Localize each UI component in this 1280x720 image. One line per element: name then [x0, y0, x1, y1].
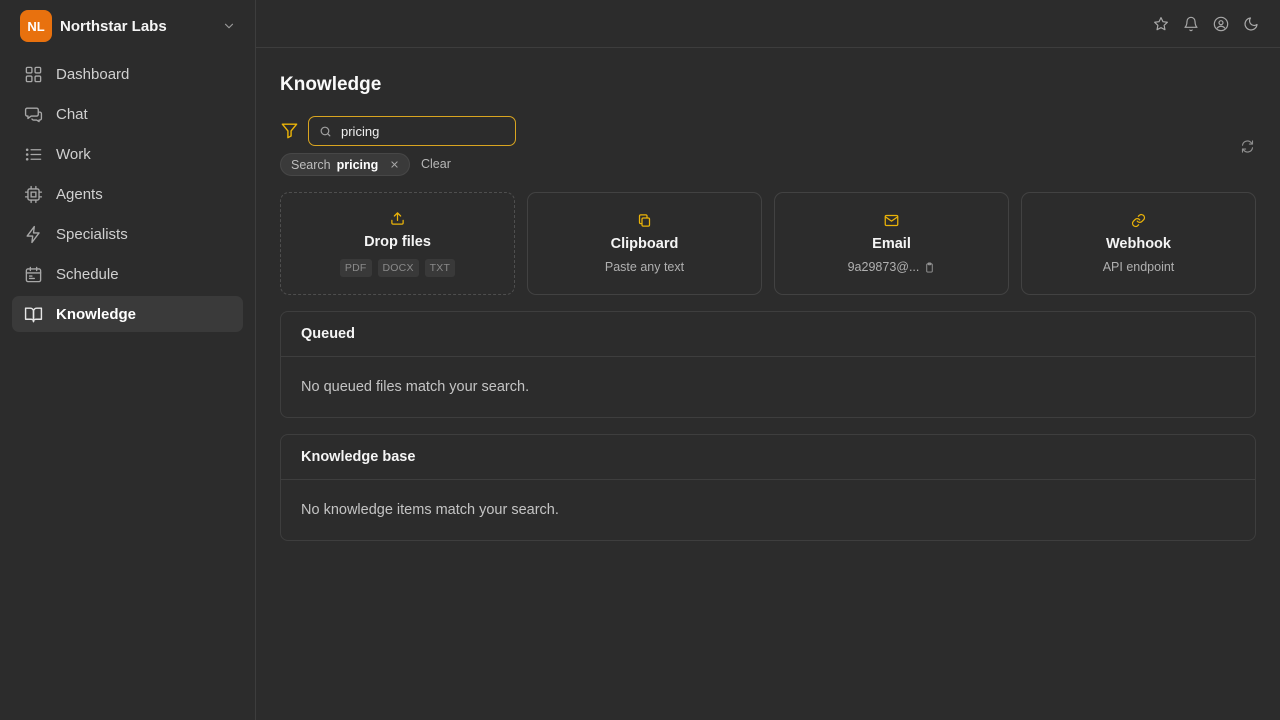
card-title: Clipboard: [610, 236, 679, 252]
sidebar-item-agents[interactable]: Agents: [12, 176, 243, 212]
sidebar-item-work[interactable]: Work: [12, 136, 243, 172]
close-icon[interactable]: [390, 160, 399, 169]
sidebar-nav: Dashboard Chat Work Agents Specialists S…: [12, 56, 243, 336]
drop-files-card[interactable]: Drop files PDF DOCX TXT: [280, 192, 515, 295]
org-avatar: NL: [20, 10, 52, 42]
email-card[interactable]: Email 9a29873@...: [774, 192, 1009, 295]
card-subtitle: Paste any text: [604, 260, 685, 274]
queued-section: Queued No queued files match your search…: [280, 311, 1256, 418]
chevron-down-icon: [222, 19, 236, 33]
chat-icon: [24, 105, 43, 124]
sidebar-item-schedule[interactable]: Schedule: [12, 256, 243, 292]
filter-icon[interactable]: [280, 121, 299, 140]
empty-state: No queued files match your search.: [301, 379, 530, 395]
list-icon: [24, 145, 43, 164]
star-icon[interactable]: [1153, 16, 1169, 32]
sidebar-item-dashboard[interactable]: Dashboard: [12, 56, 243, 92]
bell-icon[interactable]: [1183, 16, 1199, 32]
dashboard-icon: [24, 65, 43, 84]
cpu-icon: [24, 185, 43, 204]
bolt-icon: [24, 225, 43, 244]
sidebar-item-label: Specialists: [56, 225, 128, 243]
search-filter-chip: Search pricing: [280, 153, 411, 176]
card-subtitle: API endpoint: [1102, 260, 1175, 274]
copy-icon[interactable]: [924, 261, 935, 273]
email-address: 9a29873@...: [847, 260, 920, 274]
upload-icon: [390, 211, 405, 226]
refresh-icon[interactable]: [1240, 139, 1255, 154]
file-type-tag: DOCX: [377, 259, 419, 277]
file-type-tags: PDF DOCX TXT: [339, 259, 456, 277]
email-address-row: 9a29873@...: [848, 260, 936, 274]
mail-icon: [884, 213, 899, 228]
chip-label: Search: [291, 157, 331, 172]
clipboard-card[interactable]: Clipboard Paste any text: [527, 192, 762, 295]
section-title: Queued: [281, 312, 1255, 357]
file-type-tag: TXT: [424, 259, 456, 277]
user-icon[interactable]: [1213, 16, 1229, 32]
page-title: Knowledge: [280, 74, 382, 95]
clipboard-icon: [637, 213, 652, 228]
link-icon: [1131, 213, 1146, 228]
calendar-icon: [24, 265, 43, 284]
card-title: Webhook: [1106, 236, 1171, 252]
sidebar-item-knowledge[interactable]: Knowledge: [12, 296, 243, 332]
sidebar-item-label: Dashboard: [56, 65, 130, 83]
org-name: Northstar Labs: [60, 17, 167, 35]
sidebar: NL Northstar Labs Dashboard Chat Work Ag…: [0, 0, 256, 720]
section-title: Knowledge base: [281, 435, 1255, 480]
org-switcher[interactable]: NL Northstar Labs: [20, 10, 244, 42]
book-icon: [24, 305, 43, 324]
sidebar-item-label: Agents: [56, 185, 103, 203]
empty-state: No knowledge items match your search.: [301, 502, 559, 518]
search-icon: [319, 125, 332, 138]
knowledge-base-section: Knowledge base No knowledge items match …: [280, 434, 1256, 541]
topbar-actions: [1153, 16, 1259, 32]
sidebar-item-label: Schedule: [56, 265, 119, 283]
search-input[interactable]: [341, 123, 501, 139]
sidebar-item-label: Work: [56, 145, 91, 163]
chip-value: pricing: [336, 157, 379, 172]
card-title: Email: [872, 236, 911, 252]
file-type-tag: PDF: [339, 259, 372, 277]
search-box: [308, 116, 516, 146]
sidebar-item-specialists[interactable]: Specialists: [12, 216, 243, 252]
sidebar-item-label: Knowledge: [56, 305, 137, 323]
topbar: [256, 0, 1280, 48]
moon-icon[interactable]: [1243, 16, 1259, 32]
clear-filters-button[interactable]: Clear: [421, 157, 451, 171]
webhook-card[interactable]: Webhook API endpoint: [1021, 192, 1256, 295]
card-title: Drop files: [364, 234, 431, 250]
sidebar-item-chat[interactable]: Chat: [12, 96, 243, 132]
sidebar-item-label: Chat: [56, 105, 88, 123]
